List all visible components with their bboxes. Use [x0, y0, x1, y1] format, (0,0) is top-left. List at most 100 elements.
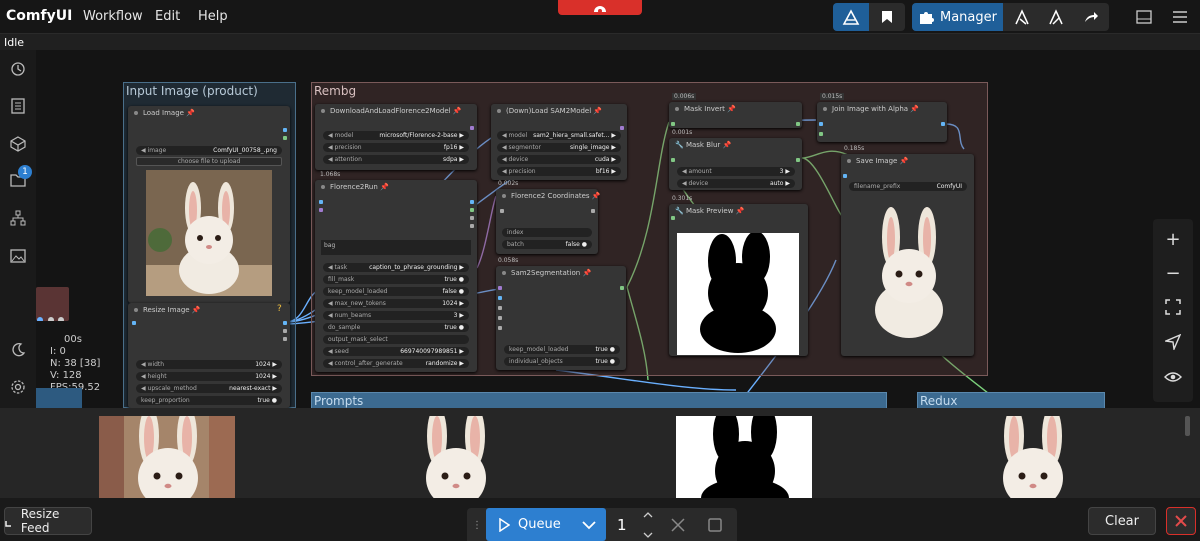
widget-seed[interactable]: ◀ seed 669740097989851 ▶: [323, 347, 469, 356]
help-icon[interactable]: ?: [277, 304, 282, 314]
widget-segmentor[interactable]: ◀ segmentor single_image ▶: [497, 143, 621, 152]
widget-amount[interactable]: ◀ amount 3 ▶: [677, 167, 795, 176]
node-mask-preview[interactable]: 🔧 Mask Preview 📌: [669, 204, 808, 356]
output-port[interactable]: [470, 126, 474, 130]
node-save-image[interactable]: Save Image 📌 filename_prefix ComfyUI: [841, 154, 974, 356]
widget-model[interactable]: ◀ model microsoft/Florence-2-base ▶: [323, 131, 469, 140]
input-port[interactable]: [498, 296, 502, 300]
node-load-image[interactable]: Load Image 📌 ◀ image ComfyUI_00758_.png c…: [128, 106, 290, 303]
output-port[interactable]: [941, 122, 945, 126]
output-port[interactable]: [470, 208, 474, 212]
node-florence-run[interactable]: Florence2Run 📌 bag ◀ task caption_to_phra…: [315, 180, 477, 372]
settings-gear-icon[interactable]: [8, 377, 28, 397]
widget-max-new-tokens[interactable]: ◀ max_new_tokens 1024 ▶: [323, 299, 469, 308]
node-library-icon[interactable]: [8, 208, 28, 228]
output-port[interactable]: [796, 122, 800, 126]
node-mask-invert[interactable]: Mask Invert 📌: [669, 102, 802, 128]
output-port[interactable]: [470, 224, 474, 228]
stop-square-icon[interactable]: [708, 518, 722, 532]
bookmark-button[interactable]: [869, 3, 905, 31]
zoom-in-button[interactable]: +: [1153, 222, 1193, 256]
image-gallery-icon[interactable]: [8, 246, 28, 266]
theme-toggle-icon[interactable]: [8, 340, 28, 360]
queue-count-input[interactable]: 1: [617, 516, 627, 534]
model-manager-button[interactable]: [1007, 3, 1039, 31]
output-port[interactable]: [470, 200, 474, 204]
zoom-out-button[interactable]: −: [1153, 256, 1193, 290]
menu-help[interactable]: Help: [198, 9, 228, 24]
output-port[interactable]: [283, 321, 287, 325]
menu-workflow[interactable]: Workflow: [83, 9, 143, 24]
manager-button[interactable]: Manager: [912, 3, 1003, 31]
node-resize-image[interactable]: Resize Image 📌 ? ◀ width 1024 ▶ ◀ height 1…: [128, 303, 290, 408]
output-port[interactable]: [283, 128, 287, 132]
graph-canvas[interactable]: Input Image (product) Rembg Prompts Redu…: [36, 50, 1200, 408]
widget-keep-proportion[interactable]: keep_proportion true ●: [136, 396, 282, 405]
history-icon[interactable]: [8, 59, 28, 79]
widget-do-sample[interactable]: do_sample true ●: [323, 323, 469, 332]
model-library-icon[interactable]: [8, 134, 28, 154]
widget-precision[interactable]: ◀ precision bf16 ▶: [497, 167, 621, 176]
share-button[interactable]: [1075, 3, 1107, 31]
fit-view-button[interactable]: [1153, 290, 1193, 324]
close-feed-button[interactable]: [1166, 507, 1196, 535]
widget-output-mask-select[interactable]: output_mask_select: [323, 335, 469, 344]
output-port[interactable]: [283, 337, 287, 341]
output-port[interactable]: [591, 209, 595, 213]
feed-thumb-3[interactable]: [676, 416, 812, 498]
input-port[interactable]: [498, 286, 502, 290]
output-port[interactable]: [620, 286, 624, 290]
widget-individual-objects[interactable]: individual_objects true ●: [504, 357, 620, 366]
group-prompts[interactable]: Prompts: [311, 392, 887, 408]
widget-batch[interactable]: batch false ●: [502, 240, 592, 249]
node-mask-blur[interactable]: 🔧 Mask Blur 📌 ◀ amount 3 ▶ ◀ device auto ▶: [669, 138, 802, 190]
group-redux[interactable]: Redux: [917, 392, 1105, 408]
input-port[interactable]: [819, 122, 823, 126]
run-indicator-button[interactable]: [558, 0, 642, 15]
input-port[interactable]: [671, 122, 675, 126]
widget-index[interactable]: index: [502, 228, 592, 237]
custom-nodes-button[interactable]: [1041, 3, 1073, 31]
menu-edit[interactable]: Edit: [155, 9, 180, 24]
feed-thumb-2[interactable]: [387, 416, 523, 498]
input-port[interactable]: [498, 326, 502, 330]
clear-button[interactable]: Clear: [1088, 507, 1156, 535]
input-port[interactable]: [498, 306, 502, 310]
output-port[interactable]: [796, 158, 800, 162]
input-port[interactable]: [319, 208, 323, 212]
output-port[interactable]: [470, 216, 474, 220]
resize-feed-button[interactable]: Resize Feed: [4, 507, 92, 535]
widget-precision[interactable]: ◀ precision fp16 ▶: [323, 143, 469, 152]
text-input[interactable]: bag: [321, 240, 471, 255]
widget-control-after-generate[interactable]: ◀ control_after_generate randomize ▶: [323, 359, 469, 368]
input-port[interactable]: [671, 158, 675, 162]
feed-thumb-1[interactable]: [99, 416, 235, 498]
widget-device[interactable]: ◀ device cuda ▶: [497, 155, 621, 164]
toggle-bottom-panel-button[interactable]: [1130, 5, 1158, 29]
drag-handle-icon[interactable]: ⋮: [472, 520, 482, 531]
input-port[interactable]: [500, 209, 504, 213]
widget-height[interactable]: ◀ height 1024 ▶: [136, 372, 282, 381]
input-port[interactable]: [843, 174, 847, 178]
select-mode-button[interactable]: [1153, 325, 1193, 359]
widget-device[interactable]: ◀ device auto ▶: [677, 179, 795, 188]
input-port[interactable]: [319, 200, 323, 204]
input-port[interactable]: [498, 316, 502, 320]
stepper-icon[interactable]: [643, 511, 653, 539]
widget-image[interactable]: ◀ image ComfyUI_00758_.png: [136, 146, 282, 155]
widget-model[interactable]: ◀ model sam2_hiera_small.safet... ▶: [497, 131, 621, 140]
collapsed-node[interactable]: [36, 287, 69, 323]
queue-button[interactable]: Queue: [486, 508, 606, 541]
widget-attention[interactable]: ◀ attention sdpa ▶: [323, 155, 469, 164]
widget-keep-model-loaded[interactable]: keep_model_loaded false ●: [323, 287, 469, 296]
node-download-florence[interactable]: DownloadAndLoadFlorence2Model 📌 ◀ model m…: [315, 104, 477, 170]
upload-button[interactable]: choose file to upload: [136, 157, 282, 166]
input-port[interactable]: [132, 321, 136, 325]
widget-width[interactable]: ◀ width 1024 ▶: [136, 360, 282, 369]
widget-num-beams[interactable]: ◀ num_beams 3 ▶: [323, 311, 469, 320]
input-port[interactable]: [819, 132, 823, 136]
widget-filename-prefix[interactable]: filename_prefix ComfyUI: [849, 182, 967, 191]
widget-task[interactable]: ◀ task caption_to_phrase_grounding ▶: [323, 263, 469, 272]
node-florence-coordinates[interactable]: Florence2 Coordinates 📌 index batch false…: [496, 189, 601, 254]
queue-list-icon[interactable]: [8, 96, 28, 116]
